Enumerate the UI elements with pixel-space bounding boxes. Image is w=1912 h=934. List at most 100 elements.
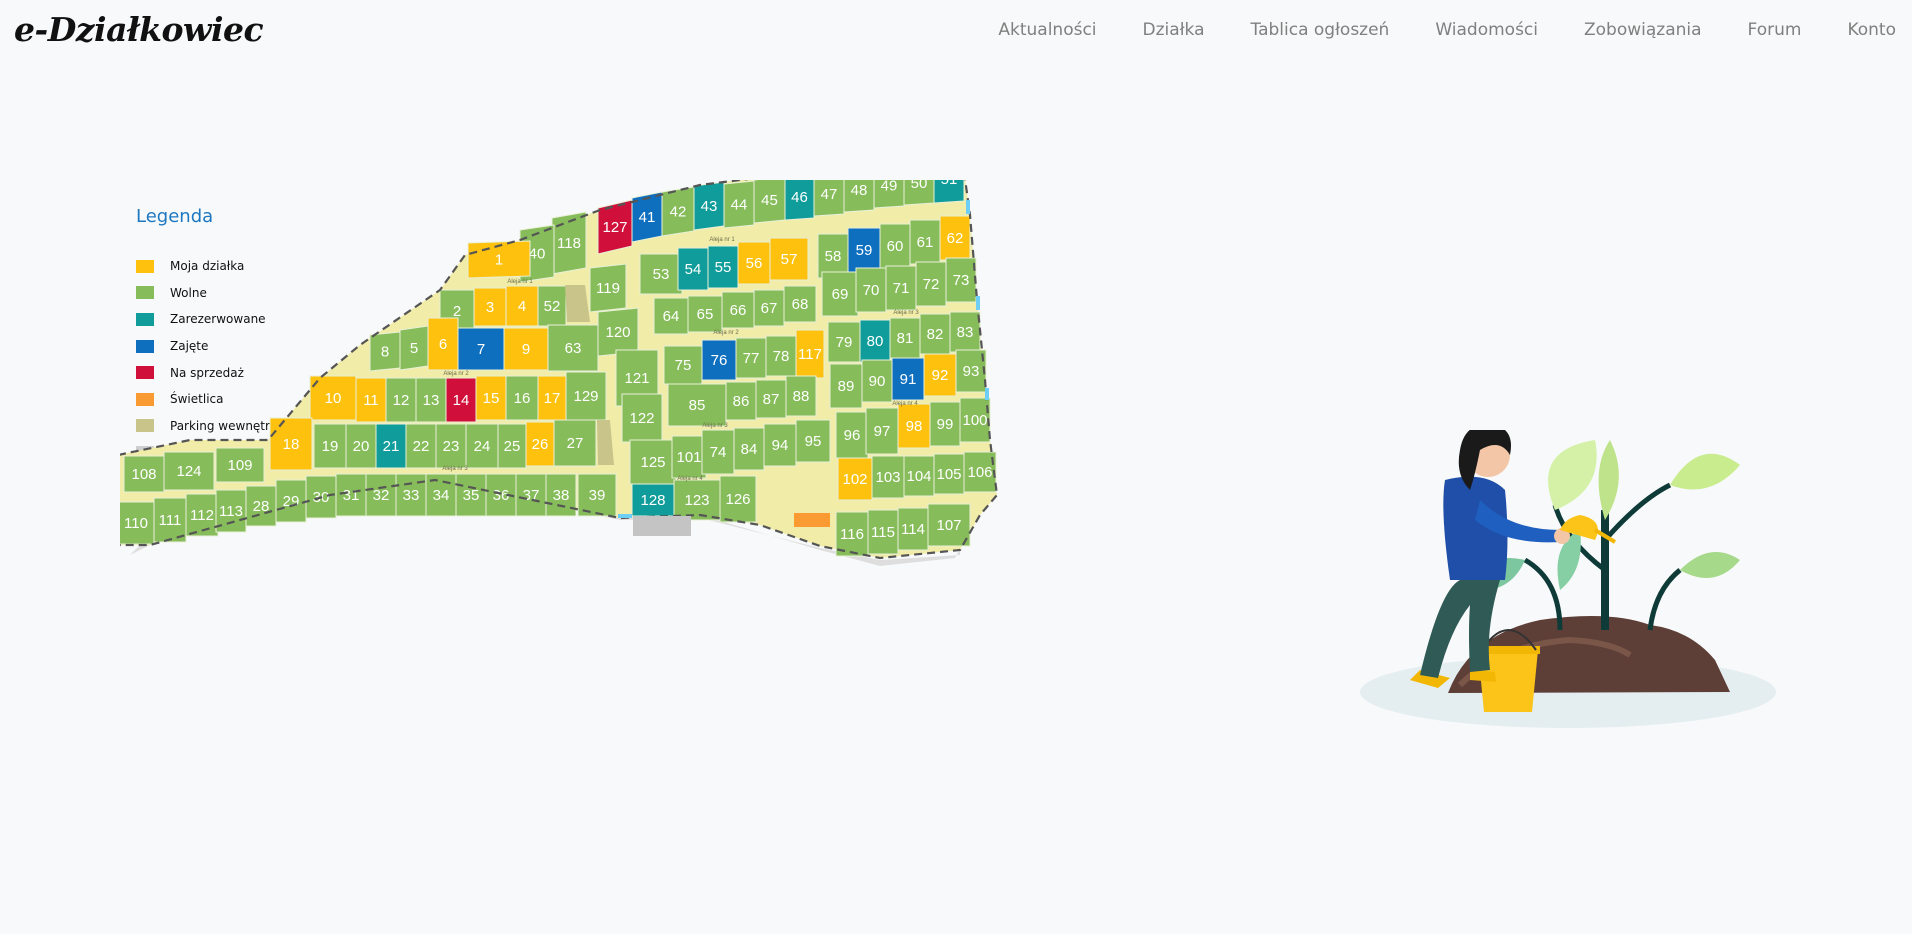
plot-label: 67 xyxy=(761,300,778,317)
nav-konto[interactable]: Konto xyxy=(1847,20,1896,40)
plot-label: 4 xyxy=(518,298,526,315)
plot-label: 77 xyxy=(743,350,760,367)
plot-label: 39 xyxy=(589,487,606,504)
plot-label: 129 xyxy=(573,388,598,405)
plot-label: 14 xyxy=(453,392,470,409)
plot-label: 43 xyxy=(701,198,718,215)
plot-label: 11 xyxy=(363,392,379,409)
plot-label: 45 xyxy=(761,192,778,209)
alley-label: Aleja nr 2 xyxy=(443,371,469,377)
plot-label: 74 xyxy=(710,444,727,461)
top-navbar: e-Działkowiec Aktualności Działka Tablic… xyxy=(0,0,1912,64)
plot-label: 120 xyxy=(605,324,630,341)
nav-tablica-ogloszen[interactable]: Tablica ogłoszeń xyxy=(1251,20,1390,40)
plot-label: 40 xyxy=(529,246,546,263)
plot-label: 54 xyxy=(685,261,702,278)
plot-label: 38 xyxy=(553,487,570,504)
plot-label: 101 xyxy=(676,449,701,466)
nav-wiadomosci[interactable]: Wiadomości xyxy=(1435,20,1538,40)
alley-label: Aleja nr 4 xyxy=(677,476,703,482)
plot-label: 102 xyxy=(842,471,867,488)
plot-label: 8 xyxy=(381,344,389,361)
plot-label: 49 xyxy=(881,180,898,195)
plot-label: 27 xyxy=(567,435,584,452)
plot-label: 41 xyxy=(639,209,656,226)
plot-label: 32 xyxy=(373,487,390,504)
plot-label: 33 xyxy=(403,487,420,504)
plot-label: 71 xyxy=(893,280,910,297)
plot-label: 63 xyxy=(565,340,582,357)
logo[interactable]: e-Działkowiec xyxy=(14,10,264,49)
gate-s xyxy=(618,514,632,518)
plot-label: 78 xyxy=(773,348,790,365)
plot-label: 82 xyxy=(927,326,944,343)
alley-label: Aleja nr 4 xyxy=(892,401,918,407)
plot-label: 95 xyxy=(805,433,822,450)
plot-label: 42 xyxy=(670,204,687,221)
plot-label: 105 xyxy=(936,466,961,483)
plot-label: 6 xyxy=(439,336,447,353)
plot-label: 86 xyxy=(733,393,750,410)
plot-label: 50 xyxy=(911,180,928,192)
plot-label: 107 xyxy=(936,517,961,534)
plot-label: 113 xyxy=(219,503,243,520)
plot-label: 91 xyxy=(900,371,917,388)
plot-label: 22 xyxy=(413,438,430,455)
nav-zobowiazania[interactable]: Zobowiązania xyxy=(1584,20,1702,40)
plot-label: 56 xyxy=(746,255,763,272)
plot-label: 85 xyxy=(689,397,706,414)
plot-label: 87 xyxy=(763,391,780,408)
plot-label: 104 xyxy=(906,468,931,485)
plot-label: 1 xyxy=(495,252,503,269)
plot-label: 94 xyxy=(772,437,789,454)
plot-label: 3 xyxy=(486,299,494,316)
plots-layer: 1274142434445464748495051118401234528567… xyxy=(120,180,997,557)
plot-label: 116 xyxy=(840,526,864,543)
plot-label: 34 xyxy=(433,487,450,504)
plot-label: 66 xyxy=(730,302,747,319)
nav-forum[interactable]: Forum xyxy=(1748,20,1802,40)
allotment-map: 1274142434445464748495051118401234528567… xyxy=(120,180,999,566)
plot-label: 103 xyxy=(875,469,900,486)
alley-label: Aleja nr 2 xyxy=(713,330,739,336)
plot-label: 29 xyxy=(283,493,300,510)
plot-label: 55 xyxy=(715,259,732,276)
parking-outer xyxy=(633,516,691,536)
plot-label: 75 xyxy=(675,357,692,374)
plot-label: 115 xyxy=(871,524,895,541)
alley-label: Aleja nr 3 xyxy=(442,466,468,472)
plot-label: 47 xyxy=(821,186,838,203)
plot-label: 126 xyxy=(725,491,750,508)
plot-label: 65 xyxy=(697,306,714,323)
nav-aktualnosci[interactable]: Aktualności xyxy=(998,20,1096,40)
plot-label: 2 xyxy=(453,303,461,320)
plot-label: 46 xyxy=(791,189,808,206)
alley-label: Aleja nr 3 xyxy=(893,310,919,316)
plot-label: 80 xyxy=(867,333,884,350)
plot-label: 92 xyxy=(932,367,949,384)
plot-label: 60 xyxy=(887,238,904,255)
plot-label: 44 xyxy=(731,197,748,214)
plot-label: 26 xyxy=(532,436,549,453)
alley-label: Aleja nr 1 xyxy=(709,237,735,243)
plot-label: 109 xyxy=(227,457,252,474)
plot-label: 23 xyxy=(443,438,460,455)
plot-label: 5 xyxy=(410,340,418,357)
plot-label: 61 xyxy=(917,234,934,251)
plot-label: 110 xyxy=(124,515,148,532)
plot-label: 117 xyxy=(798,346,822,363)
plot-label: 64 xyxy=(663,308,680,325)
plot-label: 68 xyxy=(792,296,809,313)
plot-label: 127 xyxy=(602,219,627,236)
plot-label: 108 xyxy=(131,466,156,483)
plot-label: 59 xyxy=(856,242,873,259)
plot-label: 35 xyxy=(463,487,480,504)
plot-label: 128 xyxy=(640,492,665,509)
plot-label: 124 xyxy=(176,463,201,480)
nav-dzialka[interactable]: Działka xyxy=(1143,20,1205,40)
plot-label: 62 xyxy=(947,230,964,247)
plot-label: 114 xyxy=(901,521,925,538)
plot-label: 51 xyxy=(941,180,958,188)
plot-label: 21 xyxy=(383,438,400,455)
plot-label: 10 xyxy=(325,390,342,407)
